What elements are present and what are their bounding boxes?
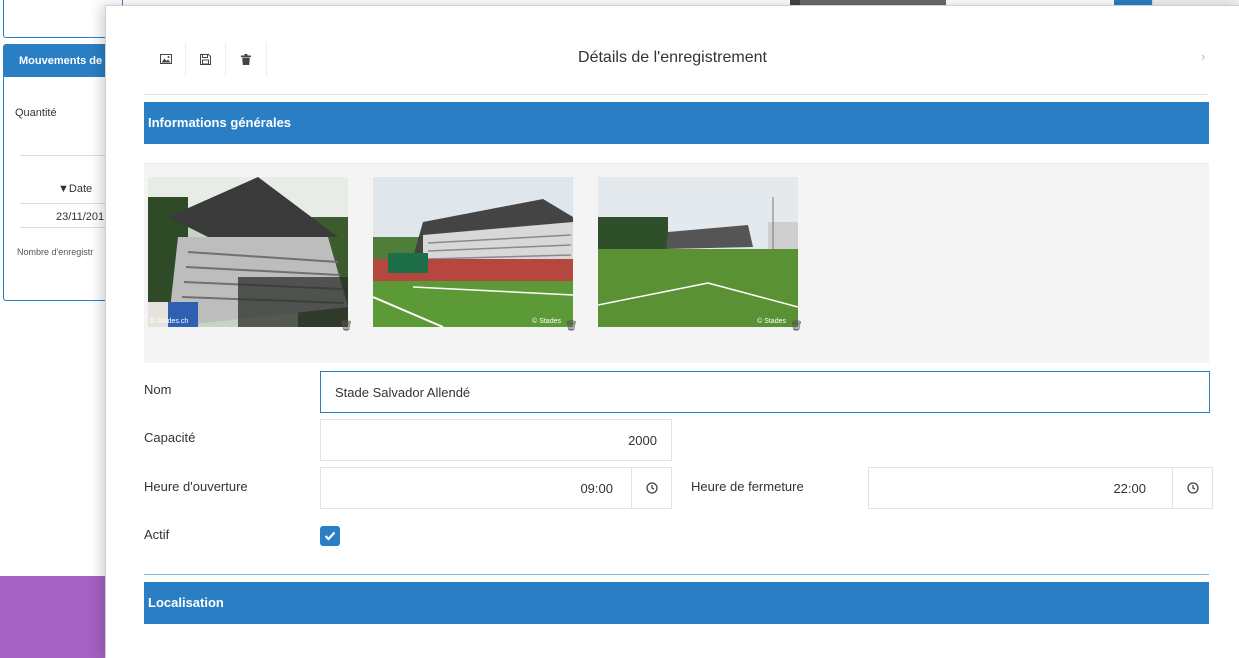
opening-time-field[interactable]: 09:00 xyxy=(320,467,672,509)
trash-icon[interactable]: 🗑 xyxy=(565,321,578,333)
record-details-modal: Détails de l'enregistrement › Informatio… xyxy=(105,5,1239,658)
background-panel-title: Mouvements de xyxy=(4,45,117,77)
photo-credit: © Stades xyxy=(532,318,561,325)
trash-icon[interactable]: 🗑 xyxy=(790,321,803,333)
name-label: Nom xyxy=(144,382,172,397)
capacity-field[interactable]: 2000 xyxy=(320,419,672,461)
photo-thumbnail[interactable]: © Stades 🗑 xyxy=(598,177,803,332)
closing-time-value: 22:00 xyxy=(1113,481,1146,496)
name-value: Stade Salvador Allendé xyxy=(335,385,471,400)
date-column-header[interactable]: ▼Date xyxy=(58,183,92,195)
divider xyxy=(144,574,1209,575)
photo-thumbnail[interactable]: © Stades.ch 🗑 xyxy=(148,177,353,332)
section-general-header[interactable]: Informations générales xyxy=(144,102,1209,144)
clock-icon[interactable] xyxy=(1172,468,1212,508)
record-count: Nombre d'enregistr xyxy=(17,247,94,257)
close-icon[interactable]: › xyxy=(1201,49,1205,64)
active-label: Actif xyxy=(144,527,170,542)
quantity-label: Quantité xyxy=(15,107,57,119)
closing-time-field[interactable]: 22:00 xyxy=(868,467,1213,509)
photo-credit: © Stades.ch xyxy=(150,318,189,325)
capacity-label: Capacité xyxy=(144,430,196,445)
active-checkbox[interactable] xyxy=(320,526,340,546)
name-field[interactable]: Stade Salvador Allendé xyxy=(320,371,1210,413)
trash-icon[interactable]: 🗑 xyxy=(340,321,353,333)
background-panel: Mouvements de Quantité ▼Date 23/11/201 N… xyxy=(3,44,118,301)
photo-thumbnail[interactable]: © Stades 🗑 xyxy=(373,177,578,332)
section-location-header[interactable]: Localisation xyxy=(144,582,1209,624)
photo-gallery: © Stades.ch 🗑 © Stades 🗑 © Stades 🗑 xyxy=(144,163,1209,363)
opening-time-label: Heure d'ouverture xyxy=(144,479,248,494)
divider xyxy=(144,94,1209,95)
capacity-value: 2000 xyxy=(628,433,657,448)
check-icon xyxy=(324,531,336,541)
clock-icon[interactable] xyxy=(631,468,671,508)
closing-time-label: Heure de fermeture xyxy=(691,479,804,494)
photo-credit: © Stades xyxy=(757,318,786,325)
opening-time-value: 09:00 xyxy=(580,481,613,496)
date-cell: 23/11/201 xyxy=(56,211,105,223)
background-purple-block xyxy=(0,576,110,658)
modal-title: Détails de l'enregistrement xyxy=(578,49,767,66)
